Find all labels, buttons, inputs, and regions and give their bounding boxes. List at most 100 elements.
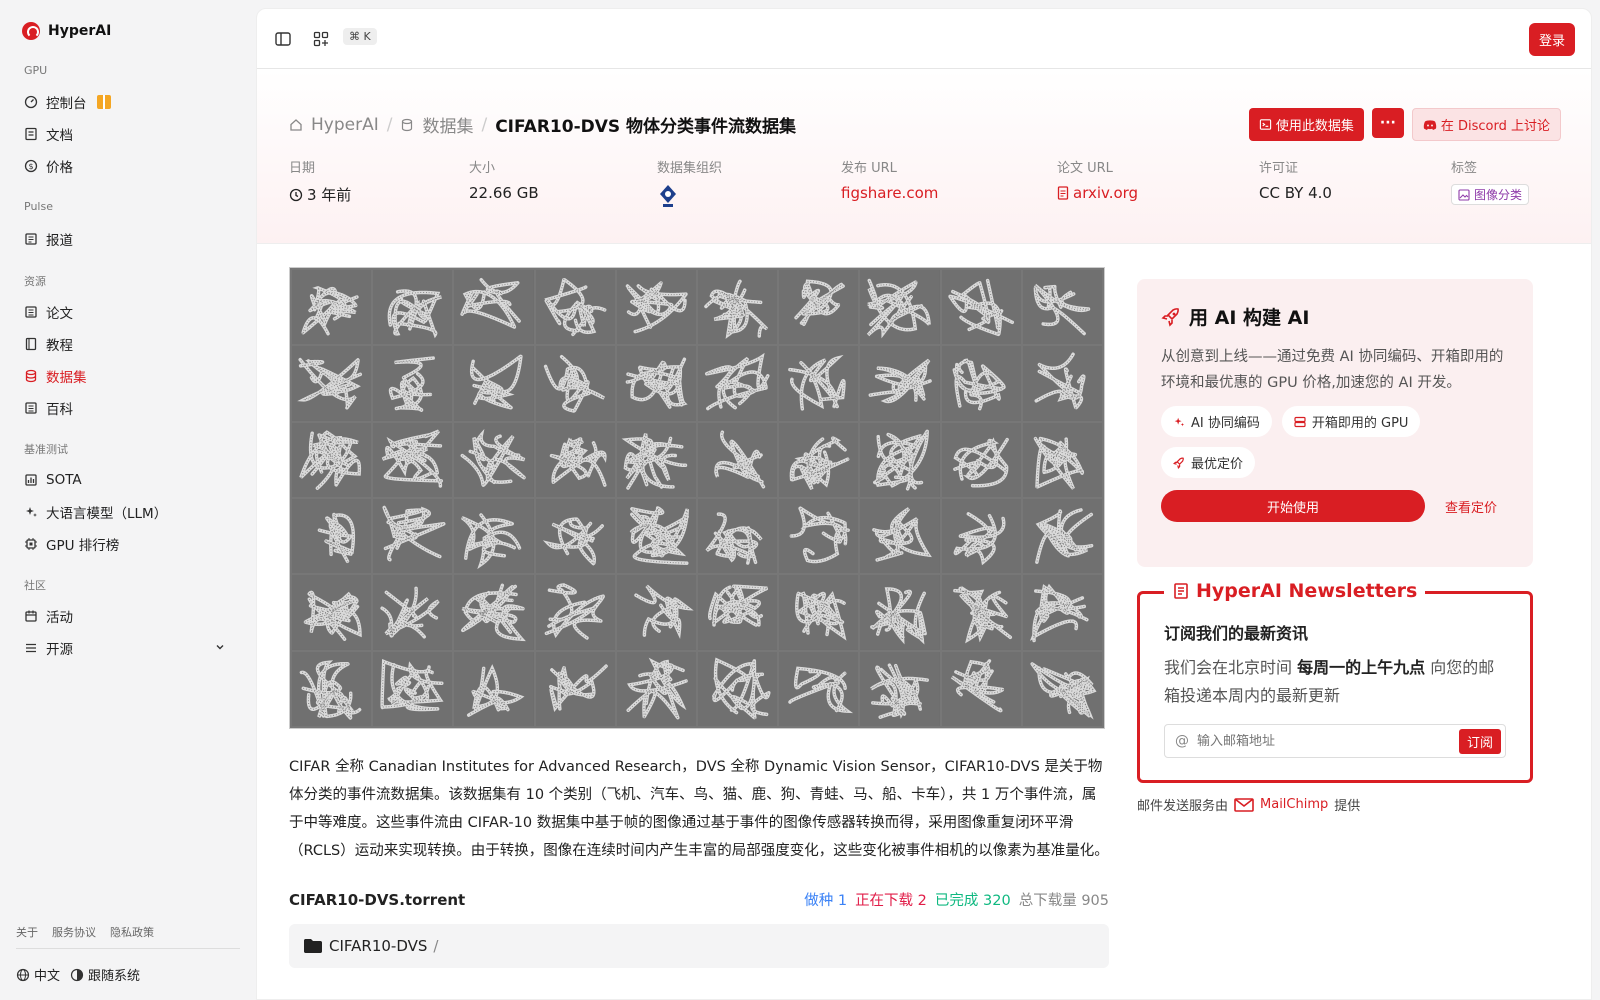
use-dataset-button[interactable]: 使用此数据集 (1248, 108, 1364, 141)
section-title-pulse: Pulse (24, 200, 53, 213)
login-button[interactable]: 登录 (1528, 23, 1575, 56)
main-panel: ⌘ K 登录 HyperAI / 数据集 / CIFAR10-DVS 物体分类事… (256, 8, 1592, 1000)
torrent-name[interactable]: CIFAR10-DVS.torrent (289, 891, 465, 909)
newsletter-text: 我们会在北京时间 每周一的上午九点 向您的邮箱投递本周内的最新更新 (1164, 658, 1495, 705)
mail-icon (1234, 797, 1254, 812)
event-frame-thumbnail (1022, 346, 1102, 421)
event-frame-thumbnail (616, 346, 696, 421)
event-frame-thumbnail (292, 651, 372, 726)
event-frame-thumbnail (697, 575, 778, 650)
event-frame-thumbnail (860, 346, 940, 421)
event-frame-thumbnail (941, 575, 1021, 650)
sidebar-item-datasets[interactable]: 数据集 (16, 362, 238, 390)
theme-switcher[interactable]: 跟随系统 (70, 965, 140, 984)
meta-tags: 标签 图像分类 (1451, 157, 1530, 205)
search-shortcut[interactable]: ⌘ K (343, 28, 377, 45)
event-frame-thumbnail (373, 270, 453, 345)
seed-stat: 做种 1 (804, 893, 848, 909)
email-input[interactable] (1197, 733, 1451, 749)
mailchimp-link[interactable]: MailChimp (1260, 797, 1328, 812)
event-frame-thumbnail (860, 651, 940, 726)
event-frame-thumbnail (535, 346, 615, 421)
use-dataset-label: 使用此数据集 (1275, 119, 1354, 134)
chip-pricing[interactable]: 最优定价 (1161, 447, 1256, 478)
footer-settings: 中文 跟随系统 (16, 965, 140, 984)
hyperai-logo-icon (22, 22, 40, 40)
subscribe-button[interactable]: 订阅 (1458, 728, 1501, 754)
chip-ai-coding[interactable]: AI 协同编码 (1161, 406, 1272, 437)
torrent-folder-row[interactable]: CIFAR10-DVS / (289, 924, 1109, 968)
sidebar-item-news[interactable]: 报道 (16, 225, 238, 253)
dataset-preview-image (289, 267, 1105, 729)
globe-icon (16, 968, 30, 981)
section-title-benchmarks: 基准测试 (24, 443, 68, 456)
sidebar-item-pricing[interactable]: $ 价格 (16, 152, 238, 180)
about-link[interactable]: 关于 (16, 924, 38, 940)
chip-gpu[interactable]: 开箱即用的 GPU (1281, 406, 1421, 437)
rocket-icon (1161, 307, 1179, 327)
sidebar-item-console[interactable]: 控制台 (16, 88, 238, 116)
event-frame-thumbnail (860, 270, 940, 345)
sidebar-item-events[interactable]: 活动 (16, 602, 238, 630)
sidebar-item-gpu-leaderboard[interactable]: GPU 排行榜 (16, 530, 238, 558)
event-frame-thumbnail (779, 651, 859, 726)
view-pricing-link[interactable]: 查看定价 (1445, 497, 1497, 516)
more-options-button[interactable]: ··· (1371, 108, 1404, 138)
calendar-icon (24, 609, 38, 623)
paper-link[interactable]: arxiv.org (1057, 184, 1138, 202)
meta-label: 数据集组织 (657, 161, 723, 176)
meta-label: 许可证 (1259, 161, 1299, 176)
book-icon (24, 337, 38, 351)
sidebar-item-docs[interactable]: 文档 (16, 120, 238, 148)
get-started-button[interactable]: 开始使用 (1161, 490, 1425, 522)
privacy-link[interactable]: 隐私政策 (110, 924, 154, 940)
meta-license: 许可证 CC BY 4.0 (1259, 157, 1332, 202)
meta-label: 标签 (1451, 161, 1478, 176)
publish-link[interactable]: figshare.com (841, 184, 938, 202)
event-frame-thumbnail (616, 270, 696, 345)
sidebar: HyperAI GPU 控制台 文档 $ 价格 Pulse 报道 资源 论文 教… (0, 0, 254, 1000)
promo-text: 从创意到上线——通过免费 AI 协同编码、开箱即用的环境和最优惠的 GPU 价格… (1161, 349, 1504, 391)
sidebar-item-open-source[interactable]: 开源 (16, 634, 238, 662)
dataset-description: CIFAR 全称 Canadian Institutes for Advance… (289, 759, 1109, 859)
sidebar-item-llm[interactable]: 大语言模型（LLM） (16, 498, 238, 526)
right-column: 用 AI 构建 AI 从创意到上线——通过免费 AI 协同编码、开箱即用的环境和… (1137, 279, 1533, 814)
ieee-logo-icon (660, 185, 676, 207)
newsletter-box: HyperAI Newsletters 订阅我们的最新资讯 我们会在北京时间 每… (1137, 580, 1533, 783)
dataset-content: CIFAR 全称 Canadian Institutes for Advance… (289, 267, 1109, 968)
org-logo[interactable] (657, 184, 722, 208)
sidebar-item-sota[interactable]: SOTA (16, 466, 238, 494)
breadcrumb-datasets[interactable]: 数据集 (422, 112, 473, 137)
clock-icon (289, 188, 303, 201)
event-frame-thumbnail (292, 575, 372, 650)
completed-stat: 已完成 320 (934, 893, 1011, 909)
tag-badge[interactable]: 图像分类 (1451, 184, 1530, 205)
event-frame-thumbnail (779, 346, 859, 421)
sidebar-item-tutorials[interactable]: 教程 (16, 330, 238, 358)
event-frame-thumbnail (1022, 575, 1102, 650)
terms-link[interactable]: 服务协议 (52, 924, 96, 940)
total-downloads-stat: 总下载量 905 (1018, 893, 1109, 909)
sidebar-item-label: 价格 (46, 160, 73, 176)
discord-button[interactable]: 在 Discord 上讨论 (1411, 108, 1561, 141)
language-switcher[interactable]: 中文 (16, 965, 60, 984)
event-frame-thumbnail (941, 346, 1021, 421)
event-frame-thumbnail (616, 422, 696, 497)
sidebar-item-wiki[interactable]: 百科 (16, 394, 238, 422)
chevron-down-icon[interactable] (214, 641, 226, 657)
wiki-icon (24, 401, 38, 415)
sidebar-item-papers[interactable]: 论文 (16, 298, 238, 326)
meta-organization: 数据集组织 (657, 157, 722, 208)
meta-value: 3 年前 (307, 186, 352, 204)
breadcrumb: HyperAI / 数据集 / CIFAR10-DVS 物体分类事件流数据集 (289, 112, 796, 137)
breadcrumb-home[interactable]: HyperAI (311, 115, 379, 135)
event-frame-thumbnail (373, 651, 453, 726)
newsletter-heading: 订阅我们的最新资讯 (1164, 624, 1309, 643)
event-frame-thumbnail (373, 346, 453, 421)
brand[interactable]: HyperAI (22, 22, 111, 40)
event-frame-thumbnail (697, 270, 778, 345)
apps-icon[interactable] (311, 29, 331, 49)
sidebar-item-label: SOTA (46, 472, 82, 488)
sidebar-toggle-icon[interactable] (273, 29, 293, 49)
chip-icon (24, 537, 38, 551)
